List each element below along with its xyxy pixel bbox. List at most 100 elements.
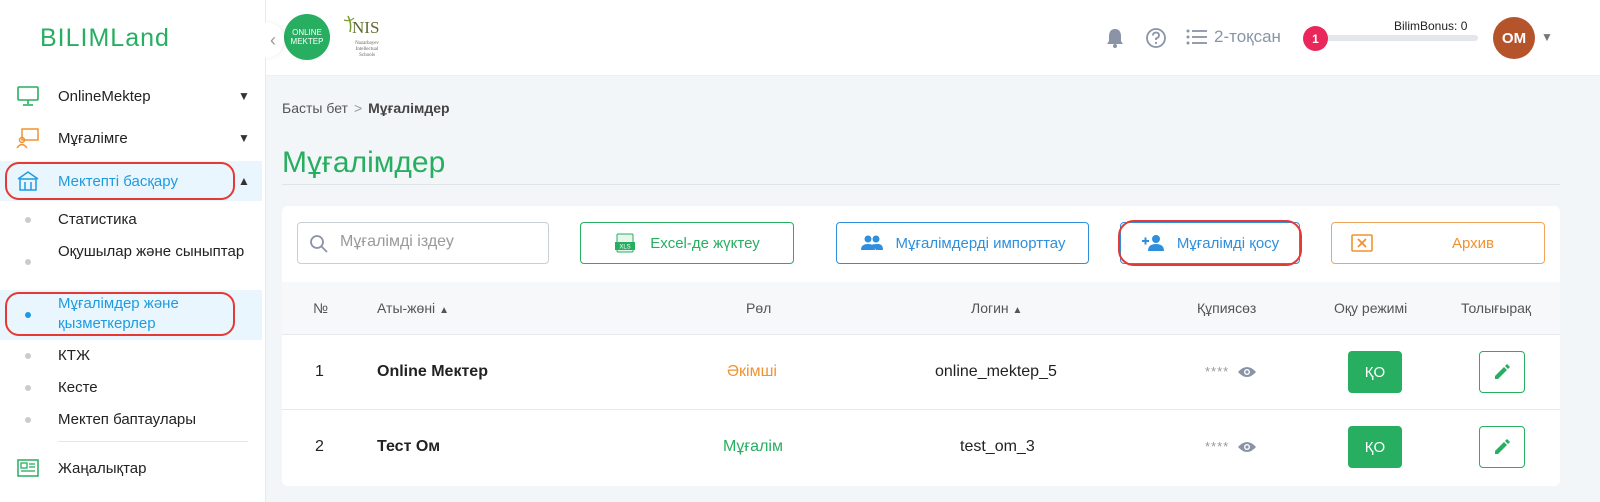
help-icon[interactable] <box>1145 27 1167 49</box>
title-divider <box>282 184 1560 185</box>
quarter-selector[interactable]: 2-тоқсан <box>1186 27 1281 47</box>
sidebar-subitem-schedule[interactable]: Кесте <box>0 378 262 400</box>
logo-text: MEKTEP <box>290 37 324 46</box>
sidebar-subitem-label: Кесте <box>58 379 98 396</box>
chevron-down-icon[interactable]: ▼ <box>1541 30 1553 44</box>
breadcrumb-separator-icon: > <box>353 100 363 116</box>
bullet-icon <box>25 417 31 423</box>
chevron-left-icon: ‹ <box>270 29 276 50</box>
sidebar-subitem-label: Мектеп баптаулары <box>58 411 197 428</box>
search-icon <box>310 235 328 253</box>
column-header-label: Логин <box>971 300 1009 316</box>
sidebar-subitem-school-settings[interactable]: Мектеп баптаулары <box>0 410 262 432</box>
edit-button[interactable] <box>1479 351 1525 393</box>
page-title: Мұғалімдер <box>282 146 446 179</box>
nis-title: NIS <box>352 18 380 37</box>
sidebar-subitem-label: Статистика <box>58 211 137 228</box>
eye-icon[interactable] <box>1237 365 1257 379</box>
teacher-name: Online Mектep <box>377 363 488 380</box>
row-divider <box>282 334 1560 335</box>
sidebar-item-school-management[interactable]: Мектепті басқару ▲ <box>0 161 262 201</box>
sidebar-item-onlinemektep[interactable]: OnlineMektep ▼ <box>0 76 262 116</box>
row-number: 1 <box>315 363 324 380</box>
sidebar-subitem-ktzh[interactable]: КТЖ <box>0 346 262 368</box>
school-building-icon <box>17 171 39 191</box>
button-label: Архив <box>1452 234 1495 252</box>
sidebar-divider <box>58 441 248 442</box>
nis-subtitle: Nazarbayev Intellectual Schools <box>345 41 389 59</box>
sidebar-item-teacher[interactable]: Мұғалімге ▼ <box>0 118 262 158</box>
bullet-icon <box>25 259 31 265</box>
sidebar-item-label: OnlineMektep <box>58 87 151 105</box>
chevron-down-icon: ▼ <box>238 131 250 145</box>
sidebar-item-label: Жаңалықтар <box>58 459 147 477</box>
row-divider <box>282 409 1560 410</box>
quarter-label: 2-тоқсан <box>1214 27 1281 46</box>
button-label: Мұғалімді қосу <box>1176 234 1280 252</box>
breadcrumb-current: Мұғалімдер <box>368 100 450 116</box>
teacher-login: online_mektep_5 <box>935 363 1057 380</box>
excel-download-button[interactable]: XLS Excel-де жүктеу <box>580 222 794 264</box>
archive-button[interactable]: Архив <box>1331 222 1545 264</box>
bullet-icon <box>25 353 31 359</box>
sidebar-item-label: Мектепті басқару <box>58 172 178 190</box>
list-icon <box>1186 29 1207 45</box>
eye-icon[interactable] <box>1237 440 1257 454</box>
teacher-name: Тест Ом <box>377 438 441 455</box>
study-mode-button[interactable]: ҚО <box>1348 351 1402 393</box>
study-mode-button[interactable]: ҚО <box>1348 426 1402 468</box>
breadcrumb: Басты бет > Мұғалімдер <box>282 100 450 116</box>
pencil-icon <box>1495 439 1510 454</box>
chevron-up-icon: ▲ <box>238 174 250 188</box>
import-teachers-button[interactable]: Мұғалімдерді импорттау <box>836 222 1089 264</box>
bullet-icon <box>25 217 31 223</box>
password-cell: **** <box>1205 439 1257 454</box>
password-cell: **** <box>1205 364 1257 379</box>
archive-box-icon <box>1351 234 1373 252</box>
avatar[interactable]: ОМ <box>1493 17 1535 59</box>
password-mask: **** <box>1205 439 1230 454</box>
column-header-mode: Оқу режимі <box>1334 300 1408 316</box>
column-header-role: Рөл <box>746 300 772 316</box>
role-badge: Мұғалім <box>723 438 783 455</box>
sort-icon: ▲︎ <box>1012 305 1023 316</box>
bilimbonus-label: BilimBonus: 0 <box>1394 19 1468 33</box>
column-header-login[interactable]: Логин ▲︎ <box>971 300 1022 316</box>
search-box[interactable] <box>297 222 549 264</box>
button-label: Мұғалімдерді импорттау <box>895 234 1066 252</box>
column-header-details: Толығырақ <box>1461 300 1532 316</box>
sidebar-item-news[interactable]: Жаңалықтар <box>0 448 262 488</box>
sort-icon: ▲︎ <box>439 305 449 316</box>
logo-text: ONLINE <box>292 28 322 37</box>
bilimbonus-level-badge: 1 <box>1303 26 1328 51</box>
column-header-password: Құпиясөз <box>1197 300 1257 316</box>
sidebar-item-label: Мұғалімге <box>58 129 128 147</box>
sidebar-subitem-students-classes[interactable]: Оқушылар және сыныптар <box>0 242 262 284</box>
edit-button[interactable] <box>1479 426 1525 468</box>
bullet-icon <box>25 385 31 391</box>
newspaper-icon <box>17 459 39 477</box>
onlinemektep-logo[interactable]: ONLINE MEKTEP <box>284 14 330 60</box>
bullet-icon <box>25 312 31 318</box>
column-header-number: № <box>313 300 329 316</box>
sidebar-subitem-teachers-staff[interactable]: Мұғалімдер және қызметкерлер <box>0 290 262 340</box>
search-input[interactable] <box>340 233 540 251</box>
bilimbonus-progress <box>1318 35 1478 41</box>
breadcrumb-home[interactable]: Басты бет <box>282 100 348 116</box>
xls-file-icon-label: XLS <box>620 245 631 251</box>
column-header-name[interactable]: Аты-жөні ▲︎ <box>377 300 449 316</box>
group-icon <box>860 235 883 250</box>
pencil-icon <box>1495 364 1510 379</box>
sidebar-subitem-statistics[interactable]: Статистика <box>0 210 262 232</box>
column-header-label: Аты-жөні <box>377 300 436 316</box>
teacher-board-icon <box>16 128 39 149</box>
add-user-icon <box>1141 235 1164 251</box>
bell-icon[interactable] <box>1104 27 1126 49</box>
teacher-login: test_om_3 <box>960 438 1035 455</box>
role-badge: Әкімші <box>727 363 777 380</box>
add-teacher-button[interactable]: Мұғалімді қосу <box>1120 222 1300 264</box>
password-mask: **** <box>1205 364 1230 379</box>
sidebar-subitem-label: Мұғалімдер және қызметкерлер <box>58 295 179 332</box>
bilimland-logo[interactable]: BILIMLand <box>40 24 170 53</box>
chevron-down-icon: ▼ <box>238 89 250 103</box>
